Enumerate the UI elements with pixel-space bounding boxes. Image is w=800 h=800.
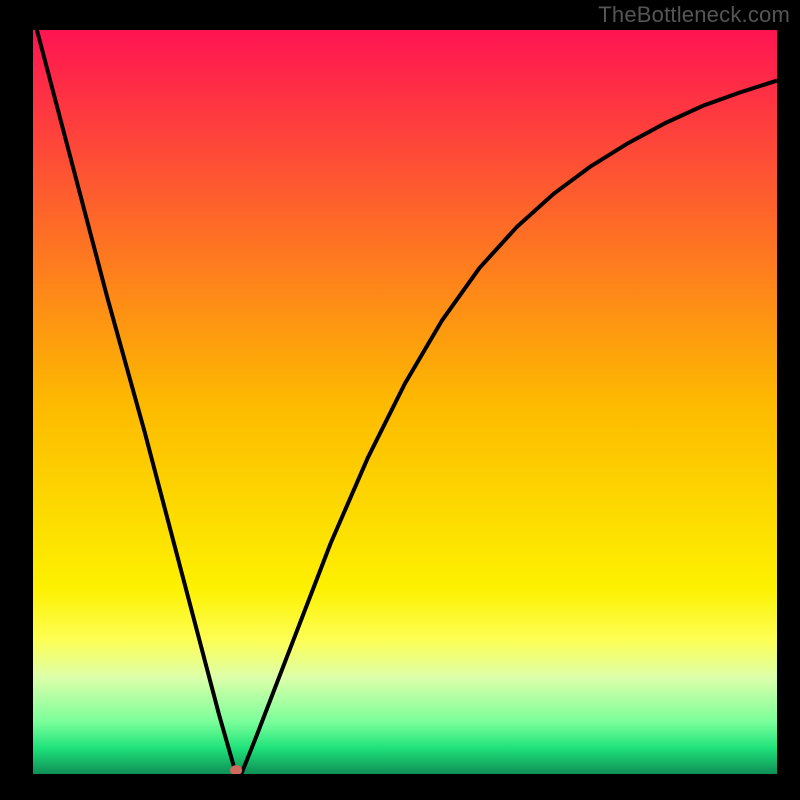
gradient-background xyxy=(33,30,777,774)
plot-area xyxy=(33,30,777,774)
chart-svg xyxy=(33,30,777,774)
watermark-text: TheBottleneck.com xyxy=(598,2,790,28)
chart-frame: TheBottleneck.com xyxy=(0,0,800,800)
